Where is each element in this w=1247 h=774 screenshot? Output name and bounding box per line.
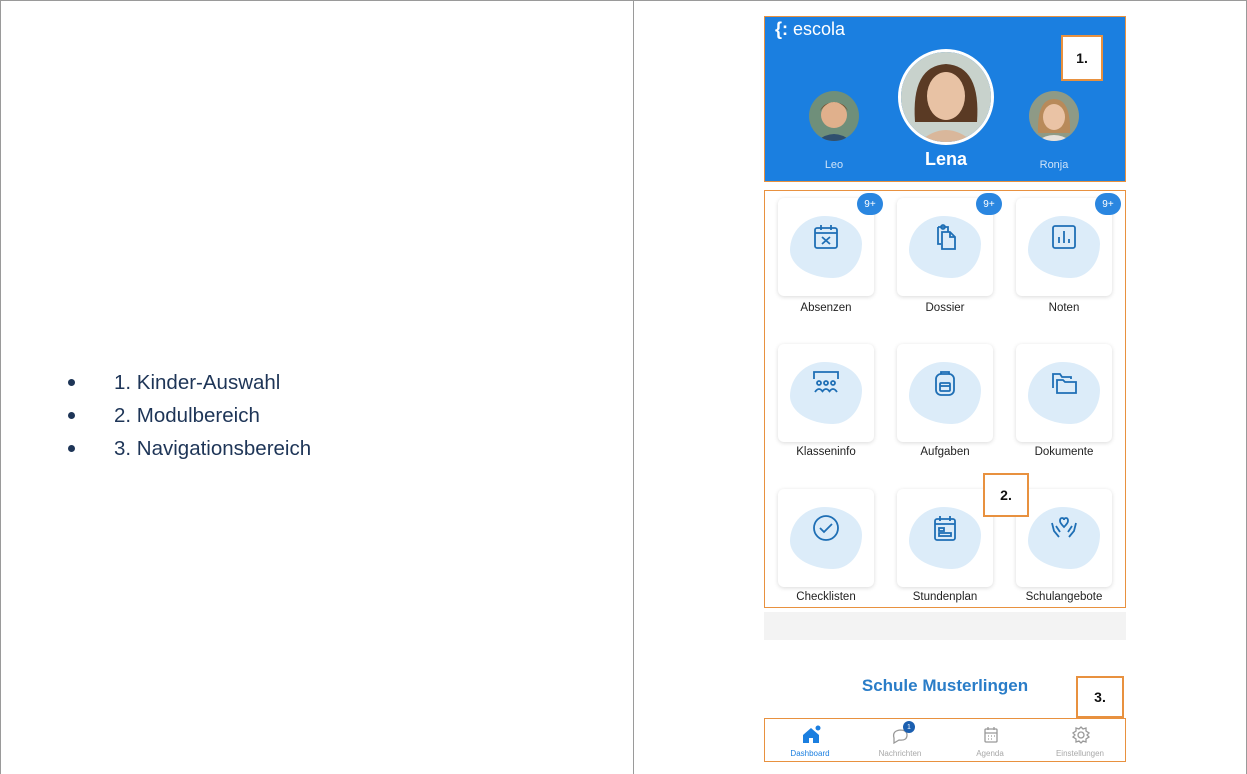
legend-item-3: 3. Navigationsbereich <box>62 432 311 465</box>
escola-logo-icon: {: <box>775 19 788 39</box>
nav-label-einstellungen: Einstellungen <box>1055 749 1105 758</box>
module-label-klasseninfo[interactable]: Klasseninfo <box>767 446 885 458</box>
nav-nachrichten[interactable]: 1 Nachrichten <box>855 721 945 761</box>
folder-icon <box>1052 373 1077 394</box>
module-label-absenzen[interactable]: Absenzen <box>767 302 885 314</box>
gear-icon <box>1071 726 1091 744</box>
legend-item-2: 2. Modulbereich <box>62 399 311 432</box>
legend-list: 1. Kinder-Auswahl 2. Modulbereich 3. Nav… <box>62 366 311 465</box>
module-badge-noten: 9+ <box>1095 193 1121 215</box>
child-name-ronja[interactable]: Ronja <box>1014 159 1094 171</box>
nav-einstellungen[interactable]: Einstellungen <box>1035 721 1125 761</box>
app-screenshot: {: escola Leo Lena Ronja 1. 9+ Absenzen … <box>764 16 1126 774</box>
calendar-icon <box>984 727 998 743</box>
module-label-schulangebote[interactable]: Schulangebote <box>1005 591 1123 603</box>
module-dokumente[interactable] <box>1016 344 1112 442</box>
calendar-x-icon <box>814 225 838 249</box>
module-absenzen[interactable] <box>778 198 874 296</box>
bar-chart-icon <box>1052 225 1076 249</box>
module-aufgaben[interactable] <box>897 344 993 442</box>
child-name-leo[interactable]: Leo <box>794 159 874 171</box>
module-schulangebote[interactable] <box>1016 489 1112 587</box>
avatar-leo[interactable] <box>809 91 859 141</box>
module-label-dossier[interactable]: Dossier <box>886 302 1004 314</box>
home-icon <box>803 725 821 743</box>
logo-text: escola <box>793 19 846 39</box>
module-stundenplan[interactable] <box>897 489 993 587</box>
table-divider <box>633 0 634 774</box>
nav-label-dashboard: Dashboard <box>790 749 830 758</box>
child-name-lena[interactable]: Lena <box>906 149 986 170</box>
callout-2: 2. <box>983 473 1029 517</box>
module-label-aufgaben[interactable]: Aufgaben <box>886 446 1004 458</box>
bottom-navigation: Dashboard 1 Nachrichten Agenda Einstellu… <box>764 718 1126 762</box>
child-selection-header: {: escola Leo Lena Ronja 1. <box>764 16 1126 182</box>
legend-item-1: 1. Kinder-Auswahl <box>62 366 311 399</box>
check-circle-icon <box>813 515 839 541</box>
nav-label-nachrichten: Nachrichten <box>878 749 922 758</box>
callout-3: 3. <box>1076 676 1124 718</box>
module-label-checklisten[interactable]: Checklisten <box>767 591 885 603</box>
classroom-icon <box>813 371 839 393</box>
module-badge-absenzen: 9+ <box>857 193 883 215</box>
avatar-lena[interactable] <box>898 49 994 145</box>
nav-agenda[interactable]: Agenda <box>945 721 1035 761</box>
module-area: 9+ Absenzen 9+ Dossier 9+ Noten Klasseni… <box>764 190 1126 608</box>
separator-strip <box>764 612 1126 640</box>
timetable-icon <box>934 516 956 541</box>
documents-copy-icon <box>937 224 956 250</box>
hands-heart-icon <box>1051 517 1077 538</box>
school-name: Schule Musterlingen <box>861 676 1029 695</box>
module-label-noten[interactable]: Noten <box>1005 302 1123 314</box>
module-label-stundenplan[interactable]: Stundenplan <box>886 591 1004 603</box>
module-checklisten[interactable] <box>778 489 874 587</box>
nav-label-agenda: Agenda <box>976 749 1004 758</box>
module-klasseninfo[interactable] <box>778 344 874 442</box>
module-noten[interactable] <box>1016 198 1112 296</box>
module-label-dokumente[interactable]: Dokumente <box>1005 446 1123 458</box>
avatar-ronja[interactable] <box>1029 91 1079 141</box>
nav-badge-nachrichten: 1 <box>903 721 915 733</box>
nav-dashboard[interactable]: Dashboard <box>765 721 855 761</box>
backpack-icon <box>935 371 955 396</box>
callout-1: 1. <box>1061 35 1103 81</box>
module-dossier[interactable] <box>897 198 993 296</box>
app-logo: {: escola <box>775 19 845 40</box>
module-badge-dossier: 9+ <box>976 193 1002 215</box>
